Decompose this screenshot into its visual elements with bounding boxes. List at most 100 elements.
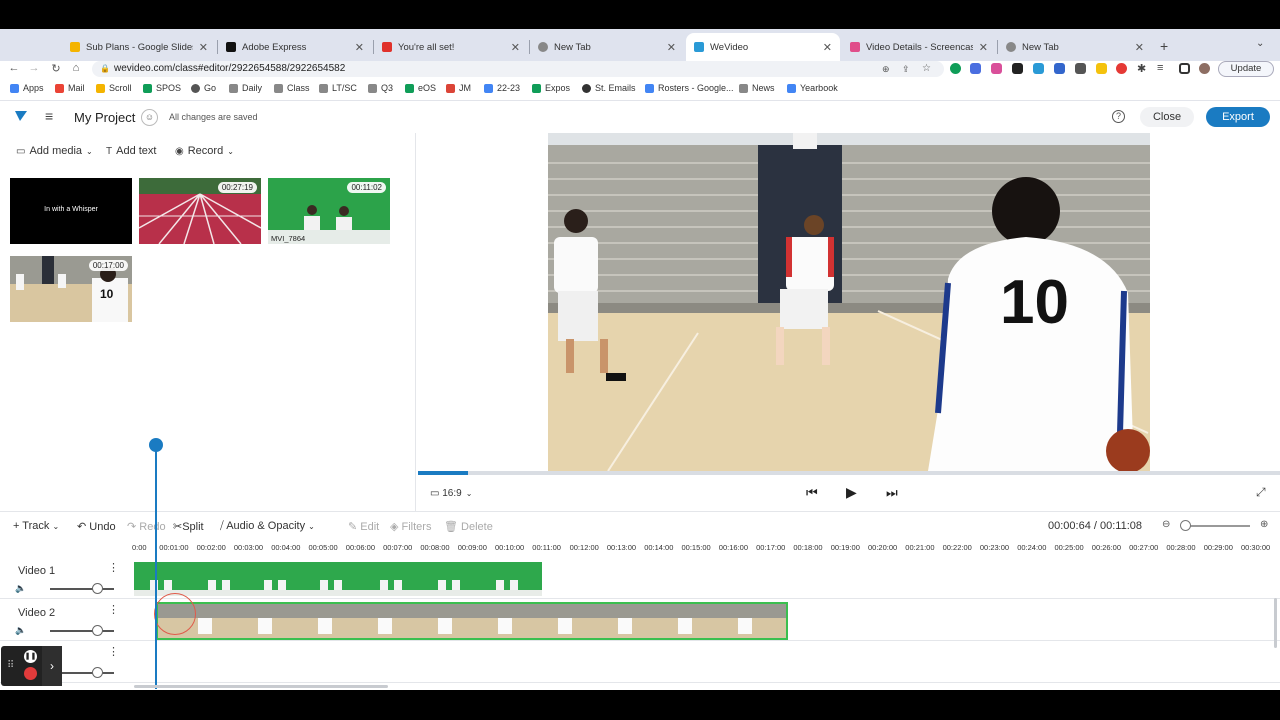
bookmark-q3[interactable]: Q3	[368, 83, 393, 93]
filters-button[interactable]: ◈ Filters	[390, 520, 431, 533]
browser-tab[interactable]: New Tab ✕	[998, 33, 1152, 61]
extension-icon[interactable]	[1096, 63, 1107, 74]
bookmark-spos[interactable]: SPOS	[143, 83, 181, 93]
share-user-icon[interactable]: ☺	[141, 109, 158, 126]
bookmark-news[interactable]: News	[739, 83, 775, 93]
bookmark-yearbook[interactable]: Yearbook	[787, 83, 838, 93]
media-item-title-card[interactable]: In with a Whisper	[10, 178, 132, 244]
volume-slider-handle[interactable]	[92, 583, 103, 594]
extension-icon[interactable]	[991, 63, 1002, 74]
close-button[interactable]: Close	[1140, 107, 1194, 127]
extension-icon[interactable]	[1054, 63, 1065, 74]
extension-icon[interactable]	[1012, 63, 1023, 74]
profile-avatar[interactable]	[1199, 63, 1210, 74]
playhead-handle[interactable]	[149, 438, 163, 452]
bookmark-mail[interactable]: Mail	[55, 83, 85, 93]
volume-slider-handle[interactable]	[92, 625, 103, 636]
play-icon[interactable]: ▶	[846, 484, 857, 501]
browser-tab[interactable]: Sub Plans - Google Slides ✕	[62, 33, 216, 61]
add-track-button[interactable]: + Track ⌄	[13, 520, 59, 532]
address-bar[interactable]: 🔒 wevideo.com/class#editor/2922654588/29…	[92, 61, 944, 77]
help-icon[interactable]: ?	[1112, 110, 1125, 123]
bookmark-scroll[interactable]: Scroll	[96, 83, 132, 93]
browser-tab[interactable]: Video Details - Screencastify ✕	[842, 33, 996, 61]
close-tab-icon[interactable]: ✕	[823, 41, 832, 54]
expand-recorder-icon[interactable]: ›	[42, 646, 62, 686]
tab-search-icon[interactable]: ⌄	[1256, 38, 1264, 49]
redo-button[interactable]: ↷ Redo	[127, 520, 166, 533]
volume-icon[interactable]: 🔈	[15, 583, 26, 594]
volume-slider-handle[interactable]	[92, 667, 103, 678]
volume-slider[interactable]	[50, 588, 114, 590]
bookmark-22-23[interactable]: 22-23	[484, 83, 520, 93]
extension-icon[interactable]	[950, 63, 961, 74]
bookmark-jm[interactable]: JM	[446, 83, 471, 93]
media-item-track[interactable]: 00:27:19	[139, 178, 261, 244]
timeline-horizontal-scrollbar[interactable]	[134, 685, 388, 688]
bookmark-daily[interactable]: Daily	[229, 83, 262, 93]
bookmark-expos[interactable]: Expos	[532, 83, 570, 93]
video-preview[interactable]: 10	[548, 133, 1150, 471]
zoom-slider-handle[interactable]	[1180, 520, 1191, 531]
extension-icon[interactable]	[970, 63, 981, 74]
zoom-slider[interactable]	[1182, 525, 1250, 527]
bookmark-apps[interactable]: Apps	[10, 83, 44, 93]
export-button[interactable]: Export	[1206, 107, 1270, 127]
menu-icon[interactable]: ≡	[45, 108, 53, 124]
delete-button[interactable]: 🗑 Delete	[444, 520, 493, 533]
zoom-out-icon[interactable]: ⊖	[1162, 519, 1170, 530]
track-menu-icon[interactable]: ⋮	[108, 561, 119, 574]
extension-icon[interactable]	[1033, 63, 1044, 74]
new-tab-icon[interactable]: +	[1160, 38, 1168, 54]
bookmark-st-emails[interactable]: St. Emails	[582, 83, 636, 93]
reading-list-icon[interactable]: ≡	[1157, 62, 1163, 74]
bookmark-rosters[interactable]: Rosters - Google...	[645, 83, 734, 93]
bookmark-eos[interactable]: eOS	[405, 83, 436, 93]
playhead-line[interactable]	[155, 446, 157, 689]
wevideo-logo-icon[interactable]	[14, 110, 28, 125]
audio-opacity-button[interactable]: ⧸ Audio & Opacity ⌄	[220, 520, 315, 533]
add-text-button[interactable]: T Add text	[106, 145, 156, 157]
close-tab-icon[interactable]: ✕	[511, 41, 520, 54]
project-title[interactable]: My Project	[74, 110, 135, 125]
zoom-in-icon[interactable]: ⊕	[1260, 519, 1268, 530]
record-button[interactable]: ◉ Record ⌄	[175, 145, 234, 157]
stop-recording-icon[interactable]	[24, 667, 37, 680]
skip-back-icon[interactable]: ⏮	[806, 485, 818, 501]
playback-progress-bar[interactable]	[418, 471, 1280, 475]
close-tab-icon[interactable]: ✕	[355, 41, 364, 54]
skip-forward-icon[interactable]: ⏭	[886, 485, 898, 501]
home-icon[interactable]: ⌂	[67, 62, 85, 74]
fullscreen-icon[interactable]: ⤢	[1256, 485, 1266, 500]
track-menu-icon[interactable]: ⋮	[108, 645, 119, 658]
browser-tab[interactable]: New Tab ✕	[530, 33, 684, 61]
close-tab-icon[interactable]: ✕	[979, 41, 988, 54]
browser-tab[interactable]: You're all set! ✕	[374, 33, 528, 61]
bookmark-class[interactable]: Class	[274, 83, 310, 93]
reload-icon[interactable]: ↻	[47, 62, 65, 75]
edit-button[interactable]: ✎ Edit	[348, 520, 379, 533]
timeline-clip-basketball[interactable]	[156, 602, 788, 640]
close-tab-icon[interactable]: ✕	[667, 41, 676, 54]
timeline-ruler[interactable]: 0:00 00:01:00 00:02:00 00:03:00 00:04:00 00:0…	[132, 537, 1280, 557]
add-media-button[interactable]: ▭ Add media ⌄	[16, 145, 93, 157]
timeline-vertical-scrollbar[interactable]	[1274, 598, 1277, 648]
split-button[interactable]: ✂Split	[173, 520, 204, 533]
side-panel-icon[interactable]	[1179, 63, 1190, 74]
undo-button[interactable]: ↶ Undo	[77, 520, 116, 533]
extensions-puzzle-icon[interactable]: ✱	[1137, 62, 1146, 75]
back-icon[interactable]: ←	[5, 62, 23, 74]
aspect-ratio-selector[interactable]: ▭ 16:9 ⌄	[430, 488, 472, 499]
pause-recording-icon[interactable]: ❚❚	[24, 650, 37, 663]
extension-icon[interactable]	[1075, 63, 1086, 74]
forward-icon[interactable]: →	[25, 62, 43, 74]
volume-slider[interactable]	[50, 630, 114, 632]
close-tab-icon[interactable]: ✕	[1135, 41, 1144, 54]
browser-tab-active[interactable]: WeVideo ✕	[686, 33, 840, 61]
bookmark-star-icon[interactable]: ☆	[922, 61, 931, 77]
drag-handle-icon[interactable]: ⠿	[7, 660, 14, 671]
media-item-greenscreen[interactable]: 00:11:02 MVI_7864	[268, 178, 390, 244]
media-item-basketball[interactable]: 10 00:17:00	[10, 256, 132, 322]
update-button[interactable]: Update	[1218, 61, 1274, 77]
close-tab-icon[interactable]: ✕	[199, 41, 208, 54]
